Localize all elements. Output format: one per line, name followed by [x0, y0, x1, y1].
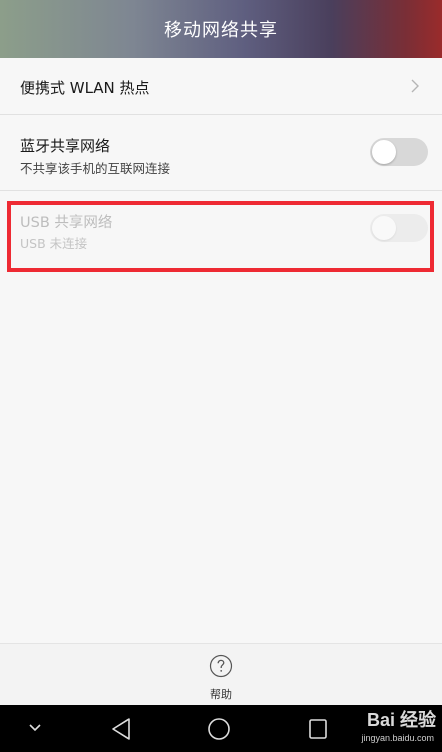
help-icon[interactable] — [209, 654, 233, 678]
bottom-action-bar: 帮助 — [0, 643, 442, 705]
title-bar: 移动网络共享 — [0, 0, 442, 58]
watermark-logo: Bai 经验 — [366, 710, 436, 730]
home-icon[interactable] — [207, 717, 231, 741]
bluetooth-tethering-toggle[interactable] — [370, 138, 428, 166]
help-label[interactable]: 帮助 — [0, 686, 442, 702]
bluetooth-tethering-label: 蓝牙共享网络 — [20, 137, 111, 155]
back-icon[interactable] — [110, 717, 132, 741]
usb-tethering-row: USB 共享网络 USB 未连接 — [0, 191, 442, 271]
usb-tethering-subtitle: USB 未连接 — [20, 236, 88, 251]
usb-tethering-label: USB 共享网络 — [20, 215, 113, 231]
bluetooth-tethering-subtitle: 不共享该手机的互联网连接 — [20, 161, 171, 176]
wlan-hotspot-row[interactable]: 便携式 WLAN 热点 — [0, 58, 442, 114]
usb-tethering-toggle — [370, 214, 428, 242]
chevron-down-icon[interactable] — [28, 723, 42, 733]
page-title: 移动网络共享 — [164, 20, 278, 41]
chevron-right-icon — [411, 79, 419, 93]
bluetooth-tethering-row[interactable]: 蓝牙共享网络 不共享该手机的互联网连接 — [0, 115, 442, 190]
watermark-url: jingyan.baidu.com — [361, 733, 434, 743]
recent-apps-icon[interactable] — [308, 718, 328, 740]
toggle-knob — [372, 216, 396, 240]
wlan-hotspot-label: 便携式 WLAN 热点 — [20, 79, 150, 97]
toggle-knob — [372, 140, 396, 164]
